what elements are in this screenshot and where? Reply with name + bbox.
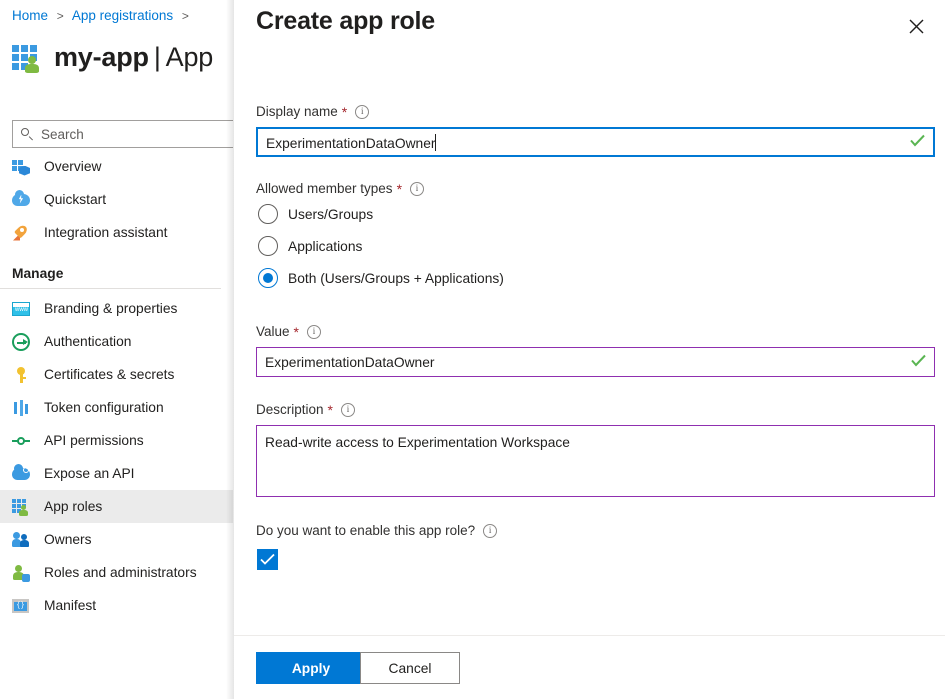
info-icon[interactable] <box>306 324 321 339</box>
required-marker: * <box>293 323 299 340</box>
app-roles-icon <box>12 498 30 516</box>
breadcrumb-separator-2: > <box>181 9 189 23</box>
radio-applications[interactable]: Applications <box>258 236 362 256</box>
required-marker: * <box>327 401 333 418</box>
roles-administrators-icon <box>12 564 30 582</box>
sidebar-item-label: Integration assistant <box>44 225 168 240</box>
sidebar-item-roles-and-administrators[interactable]: Roles and administrators <box>0 556 233 589</box>
sidebar-section-label: Manage <box>12 266 64 281</box>
enable-app-role-checkbox[interactable] <box>257 549 278 570</box>
description-label: Description * <box>256 402 355 417</box>
breadcrumb-item-app-registrations[interactable]: App registrations <box>72 8 173 23</box>
allowed-member-types-label: Allowed member types * <box>256 180 425 197</box>
panel-footer: Apply Cancel <box>234 635 945 700</box>
token-icon <box>12 399 30 417</box>
description-textarea[interactable]: Read-write access to Experimentation Wor… <box>256 425 935 497</box>
sidebar-item-label: Owners <box>44 532 92 547</box>
branding-icon: www <box>12 300 30 318</box>
quickstart-cloud-icon <box>12 189 30 209</box>
sidebar-item-label: Overview <box>44 159 102 174</box>
radio-label: Both (Users/Groups + Applications) <box>288 270 504 286</box>
info-icon[interactable] <box>410 181 425 196</box>
sidebar-item-quickstart[interactable]: Quickstart <box>0 183 233 216</box>
sidebar-item-label: App roles <box>44 499 103 514</box>
required-marker: * <box>396 180 403 197</box>
display-name-label: Display name * <box>256 103 370 120</box>
overview-icon <box>12 158 30 176</box>
sidebar-item-branding-properties[interactable]: www Branding & properties <box>0 292 233 325</box>
sidebar-divider <box>0 288 221 289</box>
page-title-divider: | <box>153 42 161 72</box>
rocket-icon <box>12 223 30 242</box>
authentication-icon <box>12 332 30 351</box>
sidebar-item-label: Token configuration <box>44 400 164 415</box>
radio-indicator <box>258 236 278 256</box>
radio-label: Users/Groups <box>288 206 374 222</box>
enable-app-role-label: Do you want to enable this app role? <box>256 523 498 538</box>
breadcrumb-separator: > <box>56 9 64 23</box>
breadcrumb-item-home[interactable]: Home <box>12 8 48 23</box>
page-title-section: App <box>165 42 214 72</box>
api-permissions-icon <box>12 432 30 450</box>
sidebar-item-label: API permissions <box>44 433 144 448</box>
sidebar-item-token-configuration[interactable]: Token configuration <box>0 391 233 424</box>
sidebar-item-overview[interactable]: Overview <box>0 150 233 183</box>
sidebar-item-integration-assistant[interactable]: Integration assistant <box>0 216 233 249</box>
value-input[interactable]: ExperimentationDataOwner <box>256 347 935 377</box>
sidebar-item-app-roles[interactable]: App roles <box>0 490 233 523</box>
value-label: Value * <box>256 324 321 339</box>
info-icon[interactable] <box>340 402 355 417</box>
sidebar-item-label: Roles and administrators <box>44 565 197 580</box>
radio-users-groups[interactable]: Users/Groups <box>258 204 373 224</box>
sidebar-item-label: Quickstart <box>44 192 107 207</box>
app-roles-header-icon <box>12 43 42 73</box>
apply-button[interactable]: Apply <box>256 652 366 684</box>
sidebar-item-label: Branding & properties <box>44 301 178 316</box>
info-icon[interactable] <box>483 523 498 538</box>
radio-indicator <box>258 204 278 224</box>
radio-label: Applications <box>288 238 363 254</box>
sidebar-item-owners[interactable]: Owners <box>0 523 233 556</box>
owners-icon <box>12 531 30 549</box>
app-root: Home > App registrations > my-app | App … <box>0 0 945 700</box>
page-title-text: my-app | App <box>54 42 213 73</box>
sidebar-item-expose-an-api[interactable]: Expose an API <box>0 457 233 490</box>
search-input[interactable]: Search <box>12 120 233 148</box>
azure-portal-page: Home > App registrations > my-app | App … <box>0 0 233 699</box>
page-title: my-app | App <box>12 42 213 73</box>
cancel-button[interactable]: Cancel <box>360 652 460 684</box>
search-placeholder: Search <box>41 126 84 142</box>
sidebar-item-label: Authentication <box>44 334 132 349</box>
value-input-text: ExperimentationDataOwner <box>265 354 435 370</box>
checkmark-icon <box>910 134 925 150</box>
sidebar-item-manifest[interactable]: {} Manifest <box>0 589 233 622</box>
breadcrumb: Home > App registrations > <box>12 8 194 23</box>
close-icon[interactable] <box>900 10 932 42</box>
sidebar-item-authentication[interactable]: Authentication <box>0 325 233 358</box>
sidebar-item-api-permissions[interactable]: API permissions <box>0 424 233 457</box>
radio-indicator <box>258 268 278 288</box>
panel-body: Display name * ExperimentationDataOwner … <box>234 62 945 635</box>
radio-both[interactable]: Both (Users/Groups + Applications) <box>258 268 504 288</box>
sidebar-nav: Overview Quickstart Integration assistan… <box>0 150 233 622</box>
manifest-icon: {} <box>12 597 30 615</box>
page-title-app-name: my-app <box>54 42 149 72</box>
key-icon <box>12 366 30 384</box>
panel-header: Create app role <box>234 0 945 62</box>
checkmark-icon <box>911 354 926 370</box>
sidebar-item-label: Manifest <box>44 598 97 613</box>
expose-api-icon <box>12 463 30 483</box>
panel-title: Create app role <box>256 7 436 35</box>
display-name-input[interactable]: ExperimentationDataOwner <box>256 127 935 157</box>
sidebar-item-certificates-secrets[interactable]: Certificates & secrets <box>0 358 233 391</box>
required-marker: * <box>341 103 348 120</box>
sidebar-item-label: Expose an API <box>44 466 135 481</box>
info-icon[interactable] <box>355 104 370 119</box>
display-name-value: ExperimentationDataOwner <box>266 133 437 151</box>
sidebar-section-manage: Manage <box>0 249 233 285</box>
create-app-role-panel: Create app role Display name * Experimen… <box>234 0 945 700</box>
search-icon <box>20 127 34 141</box>
sidebar-item-label: Certificates & secrets <box>44 367 175 382</box>
